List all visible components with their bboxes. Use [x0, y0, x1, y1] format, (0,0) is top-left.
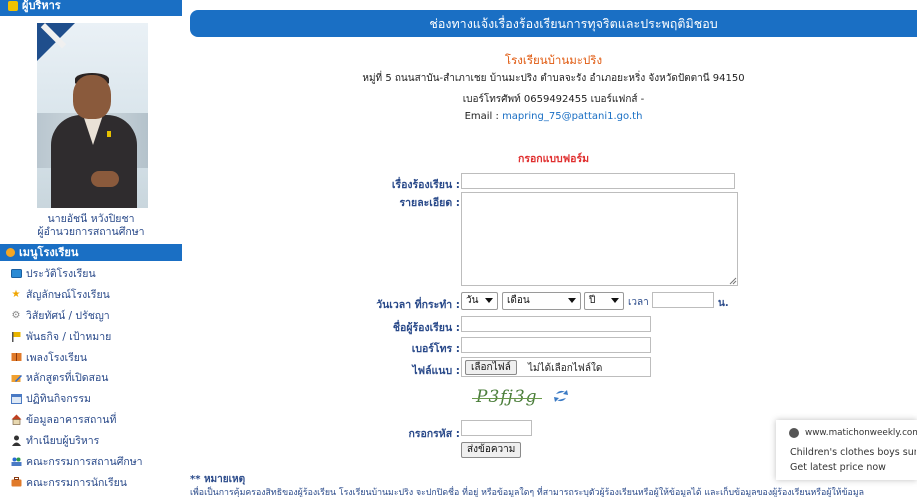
complainant-name-label: ชื่อผู้ร้องเรียน :: [392, 322, 460, 334]
phone-input[interactable]: [461, 337, 651, 353]
house-icon: [10, 414, 22, 425]
menu-item-label: ประวัติโรงเรียน: [26, 267, 96, 280]
chevron-down-icon: [611, 298, 619, 303]
chevron-down-icon: [485, 298, 493, 303]
school-menu-list: ประวัติโรงเรียน ★ สัญลักษณ์โรงเรียน ⚙ วิสั…: [0, 263, 182, 493]
menu-item-label: หลักสูตรที่เปิดสอน: [26, 372, 109, 385]
menu-item-label: คณะกรรมการสถานศึกษา: [26, 455, 143, 468]
time-unit-label: น.: [718, 298, 729, 309]
month-select-value: เดือน: [507, 295, 530, 306]
menu-header-icon: [6, 248, 15, 257]
ad-site-line: www.matichonweekly.com: [789, 428, 917, 438]
music-book-icon: [10, 352, 22, 363]
captcha-strike: [472, 398, 542, 399]
ad-site-url: www.matichonweekly.com: [805, 428, 917, 438]
menu-item-buildings[interactable]: ข้อมูลอาคารสถานที่: [0, 409, 182, 430]
menu-item-calendar[interactable]: ปฏิทินกิจกรรม: [0, 388, 182, 409]
admin-section-header: ผู้บริหาร: [0, 0, 182, 16]
gear-icon: ⚙: [11, 309, 21, 321]
time-label: เวลา: [628, 297, 649, 308]
school-menu-header: เมนูโรงเรียน: [0, 244, 182, 261]
form-title: กรอกแบบฟอร์ม: [517, 153, 590, 165]
admin-header-label: ผู้บริหาร: [22, 0, 61, 12]
year-select[interactable]: ปี: [584, 292, 624, 310]
school-email-line: Email : mapring_75@pattani1.go.th: [190, 111, 917, 122]
menu-item-label: เพลงโรงเรียน: [26, 351, 88, 364]
flag-icon: [10, 331, 22, 342]
globe-icon: [789, 428, 799, 438]
admin-icon: [8, 1, 18, 11]
director-photo: [37, 23, 148, 208]
subject-input[interactable]: [461, 173, 735, 189]
attachment-label: ไฟล์แนบ :: [412, 365, 460, 377]
year-select-value: ปี: [589, 295, 596, 306]
menu-item-executives[interactable]: ทำเนียบผู้บริหาร: [0, 430, 182, 451]
menu-item-history[interactable]: ประวัติโรงเรียน: [0, 263, 182, 284]
file-input: เลือกไฟล์ ไม่ได้เลือกไฟล์ใด: [461, 357, 651, 377]
group-icon: [10, 456, 22, 467]
month-select[interactable]: เดือน: [502, 292, 581, 310]
menu-item-label: วิสัยทัศน์ / ปรัชญา: [26, 309, 110, 322]
school-phone: เบอร์โทรศัพท์ 0659492455 เบอร์แฟกส์ -: [462, 94, 645, 105]
email-label: Email :: [464, 111, 499, 122]
page-title-banner: ช่องทางแจ้งเรื่องร้องเรียนการทุจริตและปร…: [190, 10, 917, 37]
menu-item-curriculum[interactable]: หลักสูตรที่เปิดสอน: [0, 367, 182, 388]
director-title: ผู้อำนวยการสถานศึกษา: [37, 226, 145, 238]
menu-item-label: ทำเนียบผู้บริหาร: [26, 435, 100, 448]
ad-description: Children's clothes boys summer: [790, 447, 916, 458]
menu-item-school-board[interactable]: คณะกรรมการสถานศึกษา: [0, 451, 182, 472]
menu-item-mission[interactable]: พันธกิจ / เป้าหมาย: [0, 326, 182, 347]
datetime-label: วันเวลา ที่กระทำ :: [376, 299, 460, 311]
menu-item-song[interactable]: เพลงโรงเรียน: [0, 347, 182, 368]
time-input[interactable]: [652, 292, 714, 308]
star-icon: ★: [11, 288, 21, 300]
menu-item-label: ข้อมูลอาคารสถานที่: [26, 414, 117, 427]
details-textarea[interactable]: [461, 192, 738, 286]
ad-popup[interactable]: www.matichonweekly.com Children's clothe…: [776, 420, 917, 480]
menu-item-label: ปฏิทินกิจกรรม: [26, 393, 91, 406]
captcha-image: P3fj3g: [476, 387, 538, 407]
person-icon: [10, 435, 22, 447]
menu-item-symbol[interactable]: ★ สัญลักษณ์โรงเรียน: [0, 284, 182, 305]
code-label: กรอกรหัส :: [408, 428, 461, 440]
calendar-icon: [10, 393, 22, 404]
note-text: เพื่อเป็นการคุ้มครองสิทธิของผู้ร้องเรียน…: [190, 488, 865, 497]
day-select[interactable]: วัน: [461, 292, 498, 310]
menu-item-label: สัญลักษณ์โรงเรียน: [26, 288, 110, 301]
subject-label: เรื่องร้องเรียน :: [391, 179, 460, 191]
sidebar: ผู้บริหาร นายอัชนี หวังปิยชา ผู้อำนวยการ…: [0, 0, 182, 497]
school-name: โรงเรียนบ้านมะปริง: [504, 53, 603, 67]
resize-grip-icon[interactable]: [729, 277, 737, 285]
menu-item-label: พันธกิจ / เป้าหมาย: [26, 330, 112, 343]
menu-item-student-council[interactable]: คณะกรรมการนักเรียน: [0, 472, 182, 493]
phone-label: เบอร์โทร :: [411, 343, 460, 355]
menu-item-label: คณะกรรมการนักเรียน: [26, 476, 127, 489]
code-input[interactable]: [461, 420, 532, 436]
day-select-value: วัน: [466, 295, 479, 306]
email-link[interactable]: mapring_75@pattani1.go.th: [502, 111, 642, 122]
pencil-icon: [10, 372, 22, 383]
menu-item-vision[interactable]: ⚙ วิสัยทัศน์ / ปรัชญา: [0, 305, 182, 326]
refresh-captcha-icon[interactable]: [553, 388, 569, 404]
director-name: นายอัชนี หวังปิยชา: [47, 213, 135, 225]
file-status-text: ไม่ได้เลือกไฟล์ใด: [528, 363, 603, 374]
submit-button[interactable]: ส่งข้อความ: [461, 442, 522, 458]
briefcase-icon: [10, 477, 22, 488]
ad-cta-link[interactable]: Get latest price now: [790, 462, 886, 473]
choose-file-button[interactable]: เลือกไฟล์: [465, 360, 517, 375]
school-address: หมู่ที่ 5 ถนนสาบัน-สำเภาเชย บ้านมะปริง ต…: [362, 73, 745, 84]
menu-header-label: เมนูโรงเรียน: [19, 246, 79, 259]
details-label: รายละเอียด :: [399, 197, 460, 209]
chevron-down-icon: [568, 298, 576, 303]
complainant-name-input[interactable]: [461, 316, 651, 332]
card-icon: [10, 268, 22, 279]
